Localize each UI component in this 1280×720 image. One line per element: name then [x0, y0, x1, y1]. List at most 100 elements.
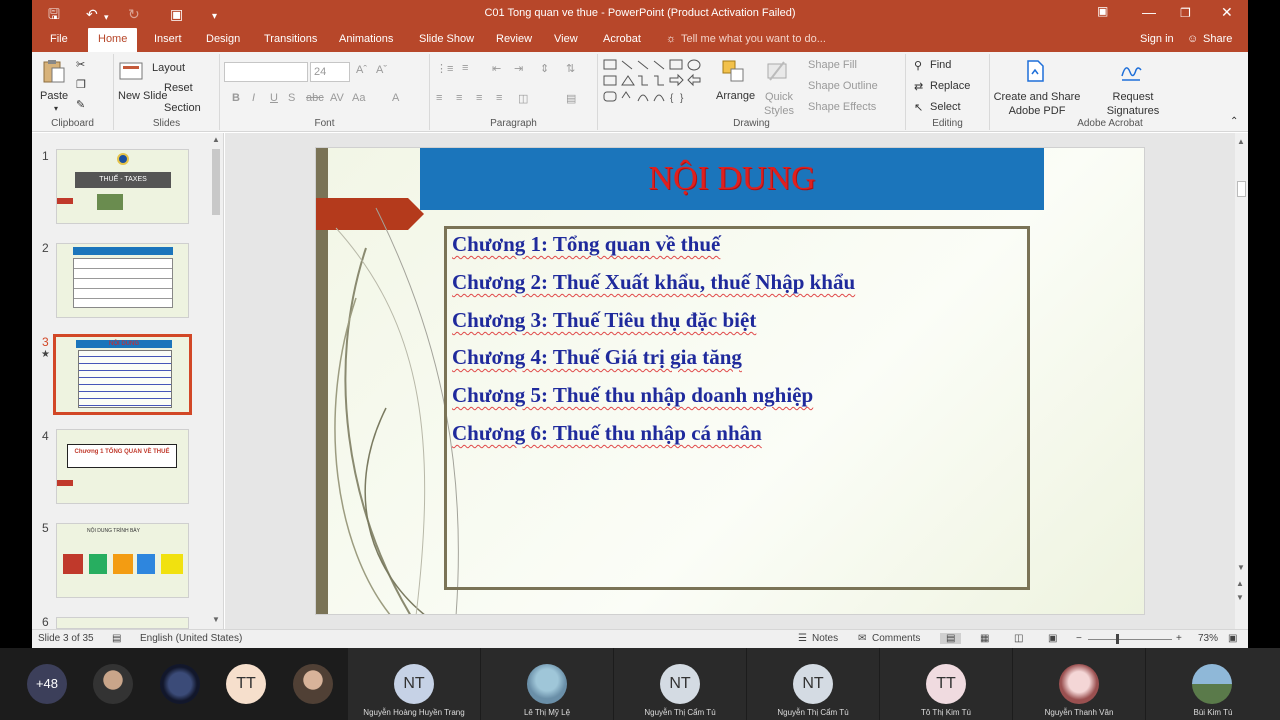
shape-outline-button[interactable]: Shape Outline [808, 80, 878, 92]
shapes-gallery[interactable]: {} [602, 58, 710, 108]
close-icon[interactable]: ✕ [1221, 4, 1233, 21]
chapter-item[interactable]: Chương 3: Thuế Tiêu thụ đặc biệt [452, 308, 756, 333]
collapse-ribbon-icon[interactable]: ⌃ [1230, 116, 1238, 127]
zoom-level[interactable]: 73% [1198, 633, 1218, 644]
paste-icon[interactable] [41, 58, 67, 84]
shape-fill-button[interactable]: Shape Fill [808, 59, 857, 71]
bullets-icon[interactable]: ⋮≡ [436, 62, 453, 75]
slide-thumbnail-4[interactable]: Chương 1 TỔNG QUAN VỀ THUẾ [56, 429, 189, 504]
scroll-down-icon[interactable]: ▼ [1237, 563, 1245, 572]
participant-photo-avatar[interactable] [93, 664, 133, 704]
find-button[interactable]: Find [930, 59, 951, 71]
chapter-item[interactable]: Chương 2: Thuế Xuất khẩu, thuế Nhập khẩu [452, 270, 855, 295]
zoom-slider-thumb[interactable] [1116, 634, 1119, 644]
slide-thumbnail-5[interactable]: NỘI DUNG TRÌNH BÀY [56, 523, 189, 598]
participant-tile[interactable]: NT Nguyễn Thị Cẩm Tú [614, 648, 746, 720]
participant-tile[interactable]: Bùi Kim Tú [1146, 648, 1280, 720]
tell-me-box[interactable]: Tell me what you want to do... [681, 33, 826, 45]
section-button[interactable]: Section [164, 102, 201, 114]
thumbnails-scrollbar[interactable]: ▲ ▼ [210, 133, 222, 629]
font-name-combo[interactable] [224, 62, 308, 82]
fit-to-window-icon[interactable]: ▣ [1228, 633, 1237, 644]
slide-scrollbar[interactable]: ▲ ▼ ▲ ▼ [1235, 133, 1248, 629]
paste-button[interactable]: Paste [40, 90, 68, 102]
justify-icon[interactable]: ≡ [496, 92, 502, 104]
zoom-slider[interactable] [1088, 639, 1172, 640]
shape-effects-button[interactable]: Shape Effects [808, 101, 876, 113]
comments-button[interactable]: Comments [872, 633, 920, 644]
tab-home[interactable]: Home [88, 28, 138, 52]
zoom-out-icon[interactable]: − [1076, 633, 1082, 644]
participant-tile[interactable]: TT Tô Thị Kim Tú [880, 648, 1012, 720]
language-indicator[interactable]: English (United States) [140, 633, 242, 644]
underline-icon[interactable]: U [270, 92, 278, 104]
scroll-thumb[interactable] [212, 149, 220, 215]
copy-icon[interactable]: ❐ [76, 78, 86, 91]
paste-dropdown-icon[interactable]: ▾ [54, 104, 58, 113]
participant-tile[interactable]: NT Nguyễn Hoàng Huyền Trang [348, 648, 480, 720]
bold-icon[interactable]: B [232, 92, 240, 104]
new-slide-button[interactable]: New Slide [118, 90, 168, 102]
scroll-down-icon[interactable]: ▼ [212, 615, 220, 624]
tab-view[interactable]: View [554, 33, 578, 45]
shadow-icon[interactable]: S [288, 92, 295, 104]
reading-view-icon[interactable]: ◫ [1014, 633, 1023, 644]
change-case-icon[interactable]: Aa [352, 92, 365, 104]
text-direction-icon[interactable]: ⇅ [566, 62, 575, 75]
restore-icon[interactable]: ❐ [1180, 6, 1191, 20]
chapter-item[interactable]: Chương 4: Thuế Giá trị gia tăng [452, 345, 742, 370]
participant-tile[interactable]: Lê Thị Mỹ Lệ [481, 648, 613, 720]
slide-thumbnail-6[interactable] [56, 617, 189, 629]
spelling-check-icon[interactable]: ▤ [112, 633, 121, 644]
align-right-icon[interactable]: ≡ [476, 92, 482, 104]
create-share-pdf-button[interactable]: Create and Share Adobe PDF [992, 90, 1082, 118]
request-signatures-button[interactable]: Request Signatures [1098, 90, 1168, 118]
next-slide-icon[interactable]: ▼ [1236, 593, 1244, 602]
cut-icon[interactable]: ✂ [76, 58, 85, 71]
select-button[interactable]: Select [930, 101, 961, 113]
align-center-icon[interactable]: ≡ [456, 92, 462, 104]
ribbon-display-options-icon[interactable]: ▣ [1097, 4, 1108, 18]
request-signatures-icon[interactable] [1118, 58, 1144, 84]
quick-styles-button[interactable]: Quick Styles [764, 90, 794, 118]
align-left-icon[interactable]: ≡ [436, 92, 442, 104]
increase-indent-icon[interactable]: ⇥ [514, 62, 523, 75]
participant-photo-avatar[interactable] [293, 664, 333, 704]
numbering-icon[interactable]: ≡ [462, 62, 468, 74]
arrange-icon[interactable] [720, 58, 746, 84]
replace-button[interactable]: Replace [930, 80, 970, 92]
italic-icon[interactable]: I [252, 92, 255, 104]
slide-thumbnail-3[interactable]: NỘI DUNG [53, 334, 192, 415]
chapter-item[interactable]: Chương 5: Thuế thu nhập doanh nghiệp [452, 383, 813, 408]
tab-acrobat[interactable]: Acrobat [603, 33, 641, 45]
quick-styles-icon[interactable] [764, 58, 790, 84]
tab-slide-show[interactable]: Slide Show [419, 33, 474, 45]
participant-photo-avatar[interactable] [160, 664, 200, 704]
slide-thumbnail-1[interactable]: THUẾ - TAXES [56, 149, 189, 224]
share-button[interactable]: Share [1203, 33, 1232, 45]
smartart-icon[interactable]: ▤ [566, 92, 576, 105]
current-slide[interactable]: NỘI DUNG Chương 1: Tổng quan về thuế Chư… [315, 147, 1145, 615]
participant-tile[interactable]: NT Nguyễn Thị Cẩm Tú [747, 648, 879, 720]
participant-initials-avatar[interactable]: TT [226, 664, 266, 704]
minimize-icon[interactable]: — [1142, 4, 1156, 20]
new-slide-icon[interactable] [118, 58, 144, 84]
arrange-button[interactable]: Arrange [716, 90, 755, 102]
line-spacing-icon[interactable]: ⇕ [540, 62, 549, 75]
reset-button[interactable]: Reset [164, 82, 193, 94]
scroll-up-icon[interactable]: ▲ [212, 135, 220, 144]
strikethrough-icon[interactable]: abc [306, 92, 324, 104]
sign-in-link[interactable]: Sign in [1140, 33, 1174, 45]
tab-transitions[interactable]: Transitions [264, 33, 317, 45]
format-painter-icon[interactable]: ✎ [76, 98, 85, 111]
slide-show-icon[interactable]: ▣ [1048, 633, 1057, 644]
participant-tile[interactable]: Nguyễn Thanh Vân [1013, 648, 1145, 720]
columns-icon[interactable]: ◫ [518, 92, 528, 105]
zoom-in-icon[interactable]: + [1176, 633, 1182, 644]
chapter-item[interactable]: Chương 6: Thuế thu nhập cá nhân [452, 421, 762, 446]
font-size-combo[interactable]: 24 [310, 62, 350, 82]
slide-sorter-icon[interactable]: ▦ [980, 633, 989, 644]
create-pdf-icon[interactable] [1022, 58, 1048, 84]
scroll-thumb[interactable] [1237, 181, 1246, 197]
char-spacing-icon[interactable]: AV [330, 92, 344, 104]
